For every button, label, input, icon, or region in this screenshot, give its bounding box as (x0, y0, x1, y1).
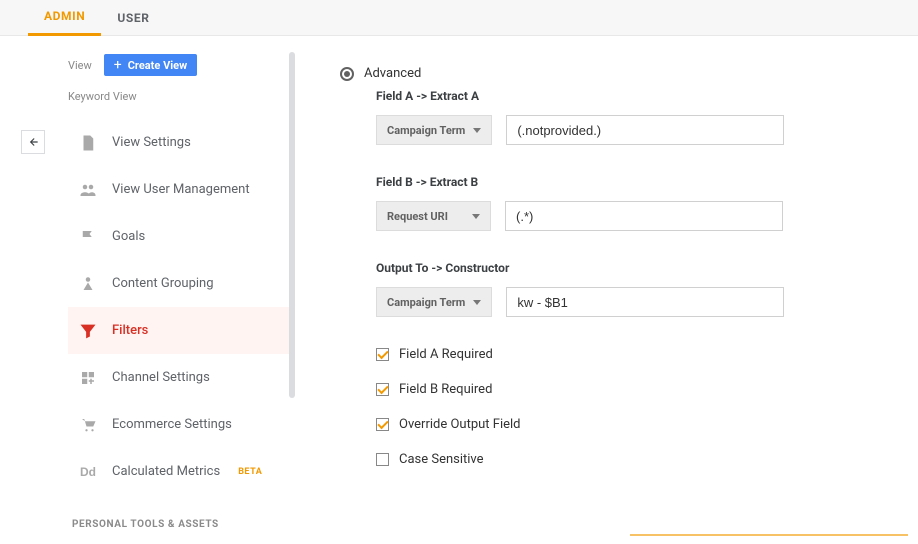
filter-icon (78, 321, 98, 341)
field-b-dropdown[interactable]: Request URI (376, 201, 491, 231)
chevron-down-icon (473, 128, 481, 133)
field-b-required-checkbox[interactable] (376, 383, 389, 396)
sidebar-item-label: View Settings (112, 135, 191, 150)
field-a-required-checkbox[interactable] (376, 348, 389, 361)
field-a-required-label: Field A Required (399, 347, 493, 362)
people-icon (78, 180, 98, 200)
tab-admin[interactable]: ADMIN (28, 0, 101, 36)
tab-user[interactable]: USER (101, 0, 165, 36)
flag-icon (78, 227, 98, 247)
sidebar-item-content-grouping[interactable]: Content Grouping (68, 260, 290, 307)
case-sensitive-checkbox[interactable] (376, 453, 389, 466)
view-label: View (68, 59, 92, 72)
create-view-button[interactable]: + Create View (104, 54, 197, 76)
bottom-accent-bar (630, 534, 908, 536)
sidebar-item-label: Calculated Metrics (112, 464, 220, 479)
output-dropdown[interactable]: Campaign Term (376, 287, 492, 317)
main-form: Advanced Field A -> Extract A Campaign T… (300, 36, 918, 536)
sidebar-item-label: Goals (112, 229, 145, 244)
create-view-label: Create View (128, 59, 187, 72)
chevron-down-icon (473, 300, 481, 305)
field-b-required-label: Field B Required (399, 382, 492, 397)
sidebar-item-ecommerce-settings[interactable]: Ecommerce Settings (68, 401, 290, 448)
sidebar-item-label: View User Management (112, 182, 250, 197)
sidebar-item-user-management[interactable]: View User Management (68, 166, 290, 213)
sidebar: View + Create View Keyword View View Set… (0, 36, 300, 536)
beta-badge: BETA (238, 467, 262, 477)
top-tabs: ADMIN USER (0, 0, 918, 36)
keyword-view-label: Keyword View (68, 90, 290, 103)
output-label: Output To -> Constructor (376, 261, 898, 275)
sidebar-item-label: Content Grouping (112, 276, 214, 291)
sidebar-item-view-settings[interactable]: View Settings (68, 119, 290, 166)
sidebar-item-label: Channel Settings (112, 370, 210, 385)
field-a-dropdown-label: Campaign Term (387, 124, 465, 137)
sidebar-item-label: Filters (112, 323, 148, 338)
chevron-down-icon (472, 214, 480, 219)
field-b-dropdown-label: Request URI (387, 210, 448, 223)
channel-icon (78, 368, 98, 388)
field-a-label: Field A -> Extract A (376, 89, 898, 103)
sidebar-item-calculated-metrics[interactable]: Dd Calculated Metrics BETA (68, 448, 290, 495)
field-b-label: Field B -> Extract B (376, 175, 898, 189)
dd-icon: Dd (78, 462, 98, 482)
sidebar-item-goals[interactable]: Goals (68, 213, 290, 260)
output-input[interactable] (506, 287, 784, 317)
sidebar-item-filters[interactable]: Filters (68, 307, 290, 354)
override-label: Override Output Field (399, 417, 521, 432)
cart-icon (78, 415, 98, 435)
advanced-radio[interactable] (340, 67, 354, 81)
override-checkbox[interactable] (376, 418, 389, 431)
field-a-input[interactable] (506, 115, 784, 145)
sidebar-item-label: Ecommerce Settings (112, 417, 232, 432)
advanced-radio-label: Advanced (364, 66, 421, 81)
document-icon (78, 133, 98, 153)
case-sensitive-label: Case Sensitive (399, 452, 484, 467)
field-a-dropdown[interactable]: Campaign Term (376, 115, 492, 145)
plus-icon: + (114, 58, 122, 72)
field-b-input[interactable] (505, 201, 783, 231)
sidebar-item-channel-settings[interactable]: Channel Settings (68, 354, 290, 401)
grouping-icon (78, 274, 98, 294)
sidebar-scrollbar[interactable] (289, 52, 295, 398)
sidebar-section-title: PERSONAL TOOLS & ASSETS (72, 519, 290, 530)
output-dropdown-label: Campaign Term (387, 296, 465, 309)
